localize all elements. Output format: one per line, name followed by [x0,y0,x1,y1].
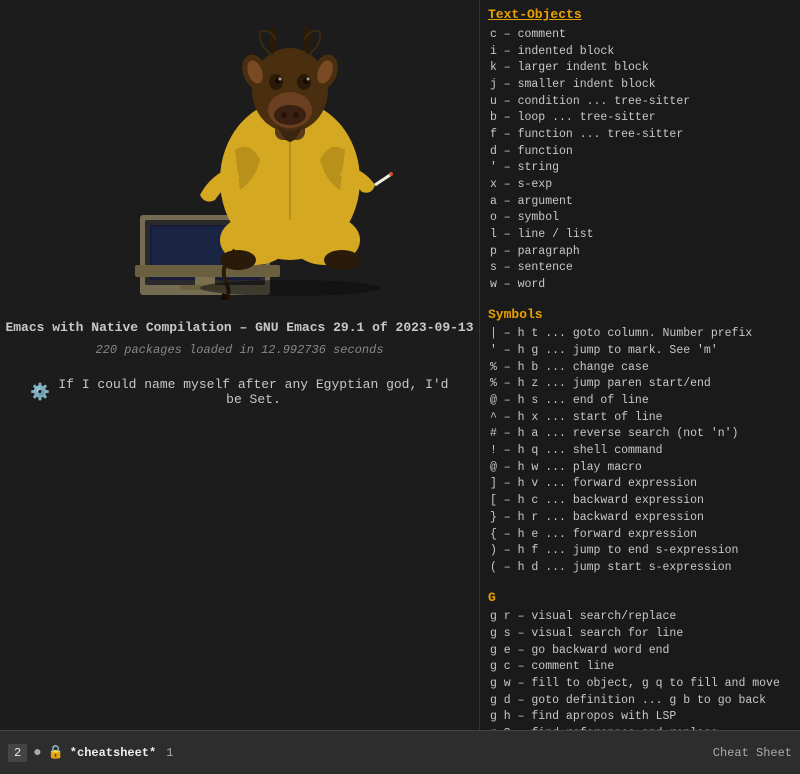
emacs-title: Emacs with Native Compilation – GNU Emac… [5,320,473,335]
splash-message: ⚙️ If I could name myself after any Egyp… [0,377,479,407]
packages-loaded: 220 packages loaded in 12.992736 seconds [95,343,383,357]
list-item: % – h z ... jump paren start/end [488,376,792,393]
list-item: ( – h d ... jump start s-expression [488,560,792,577]
status-dot: ● [33,745,41,761]
symbols-items: | – h t ... goto column. Number prefix '… [488,326,792,576]
list-item: @ – h w ... play macro [488,460,792,477]
g-items: g r – visual search/replace g s – visual… [488,609,792,730]
text-objects-header: Text-Objects [488,6,792,25]
list-item: # – h a ... reverse search (not 'n') [488,426,792,443]
list-item: @ – h s ... end of line [488,393,792,410]
splash-text: If I could name myself after any Egyptia… [58,377,449,407]
list-item: j – smaller indent block [488,77,792,94]
list-item: [ – h c ... backward expression [488,493,792,510]
list-item: % – h b ... change case [488,360,792,377]
status-filename: *cheatsheet* [70,746,156,760]
status-col: 1 [166,746,173,760]
list-item: ! – h q ... shell command [488,443,792,460]
list-item: k – larger indent block [488,60,792,77]
list-item: x – s-exp [488,177,792,194]
list-item: { – h e ... forward expression [488,527,792,544]
list-item: g c – comment line [488,659,792,676]
text-objects-items: c – comment i – indented block k – large… [488,27,792,294]
gnu-mascot [80,20,400,300]
list-item: b – loop ... tree-sitter [488,110,792,127]
list-item: ' – h g ... jump to mark. See 'm' [488,343,792,360]
list-item: g r – visual search/replace [488,609,792,626]
list-item: f – function ... tree-sitter [488,127,792,144]
text-objects-section: Text-Objects c – comment i – indented bl… [488,6,792,294]
status-right-label: Cheat Sheet [713,746,792,760]
list-item: } – h r ... backward expression [488,510,792,527]
status-bar: 2 ● 🔒 *cheatsheet* 1 Cheat Sheet [0,730,800,774]
list-item: ' – string [488,160,792,177]
left-panel: Emacs with Native Compilation – GNU Emac… [0,0,480,774]
list-item: g h – find apropos with LSP [488,709,792,726]
lock-icon: 🔒 [48,745,64,760]
g-section: G g r – visual search/replace g s – visu… [488,589,792,730]
right-panel[interactable]: Text-Objects c – comment i – indented bl… [480,0,800,730]
list-item: ) – h f ... jump to end s-expression [488,543,792,560]
list-item: ^ – h x ... start of line [488,410,792,427]
app-container: Emacs with Native Compilation – GNU Emac… [0,0,800,774]
list-item: c – comment [488,27,792,44]
list-item: l – line / list [488,227,792,244]
list-item: g e – go backward word end [488,643,792,660]
list-item: u – condition ... tree-sitter [488,94,792,111]
list-item: g s – visual search for line [488,626,792,643]
list-item: a – argument [488,194,792,211]
list-item: o – symbol [488,210,792,227]
g-header: G [488,589,792,608]
status-line-number: 2 [8,744,27,762]
list-item: ] – h v ... forward expression [488,476,792,493]
list-item: | – h t ... goto column. Number prefix [488,326,792,343]
list-item: i – indented block [488,44,792,61]
symbols-section: Symbols | – h t ... goto column. Number … [488,306,792,577]
list-item: d – function [488,144,792,161]
splash-icon: ⚙️ [30,382,50,402]
list-item: g w – fill to object, g q to fill and mo… [488,676,792,693]
list-item: w – word [488,277,792,294]
list-item: s – sentence [488,260,792,277]
list-item: p – paragraph [488,244,792,261]
list-item: g d – goto definition ... g b to go back [488,693,792,710]
symbols-header: Symbols [488,306,792,325]
